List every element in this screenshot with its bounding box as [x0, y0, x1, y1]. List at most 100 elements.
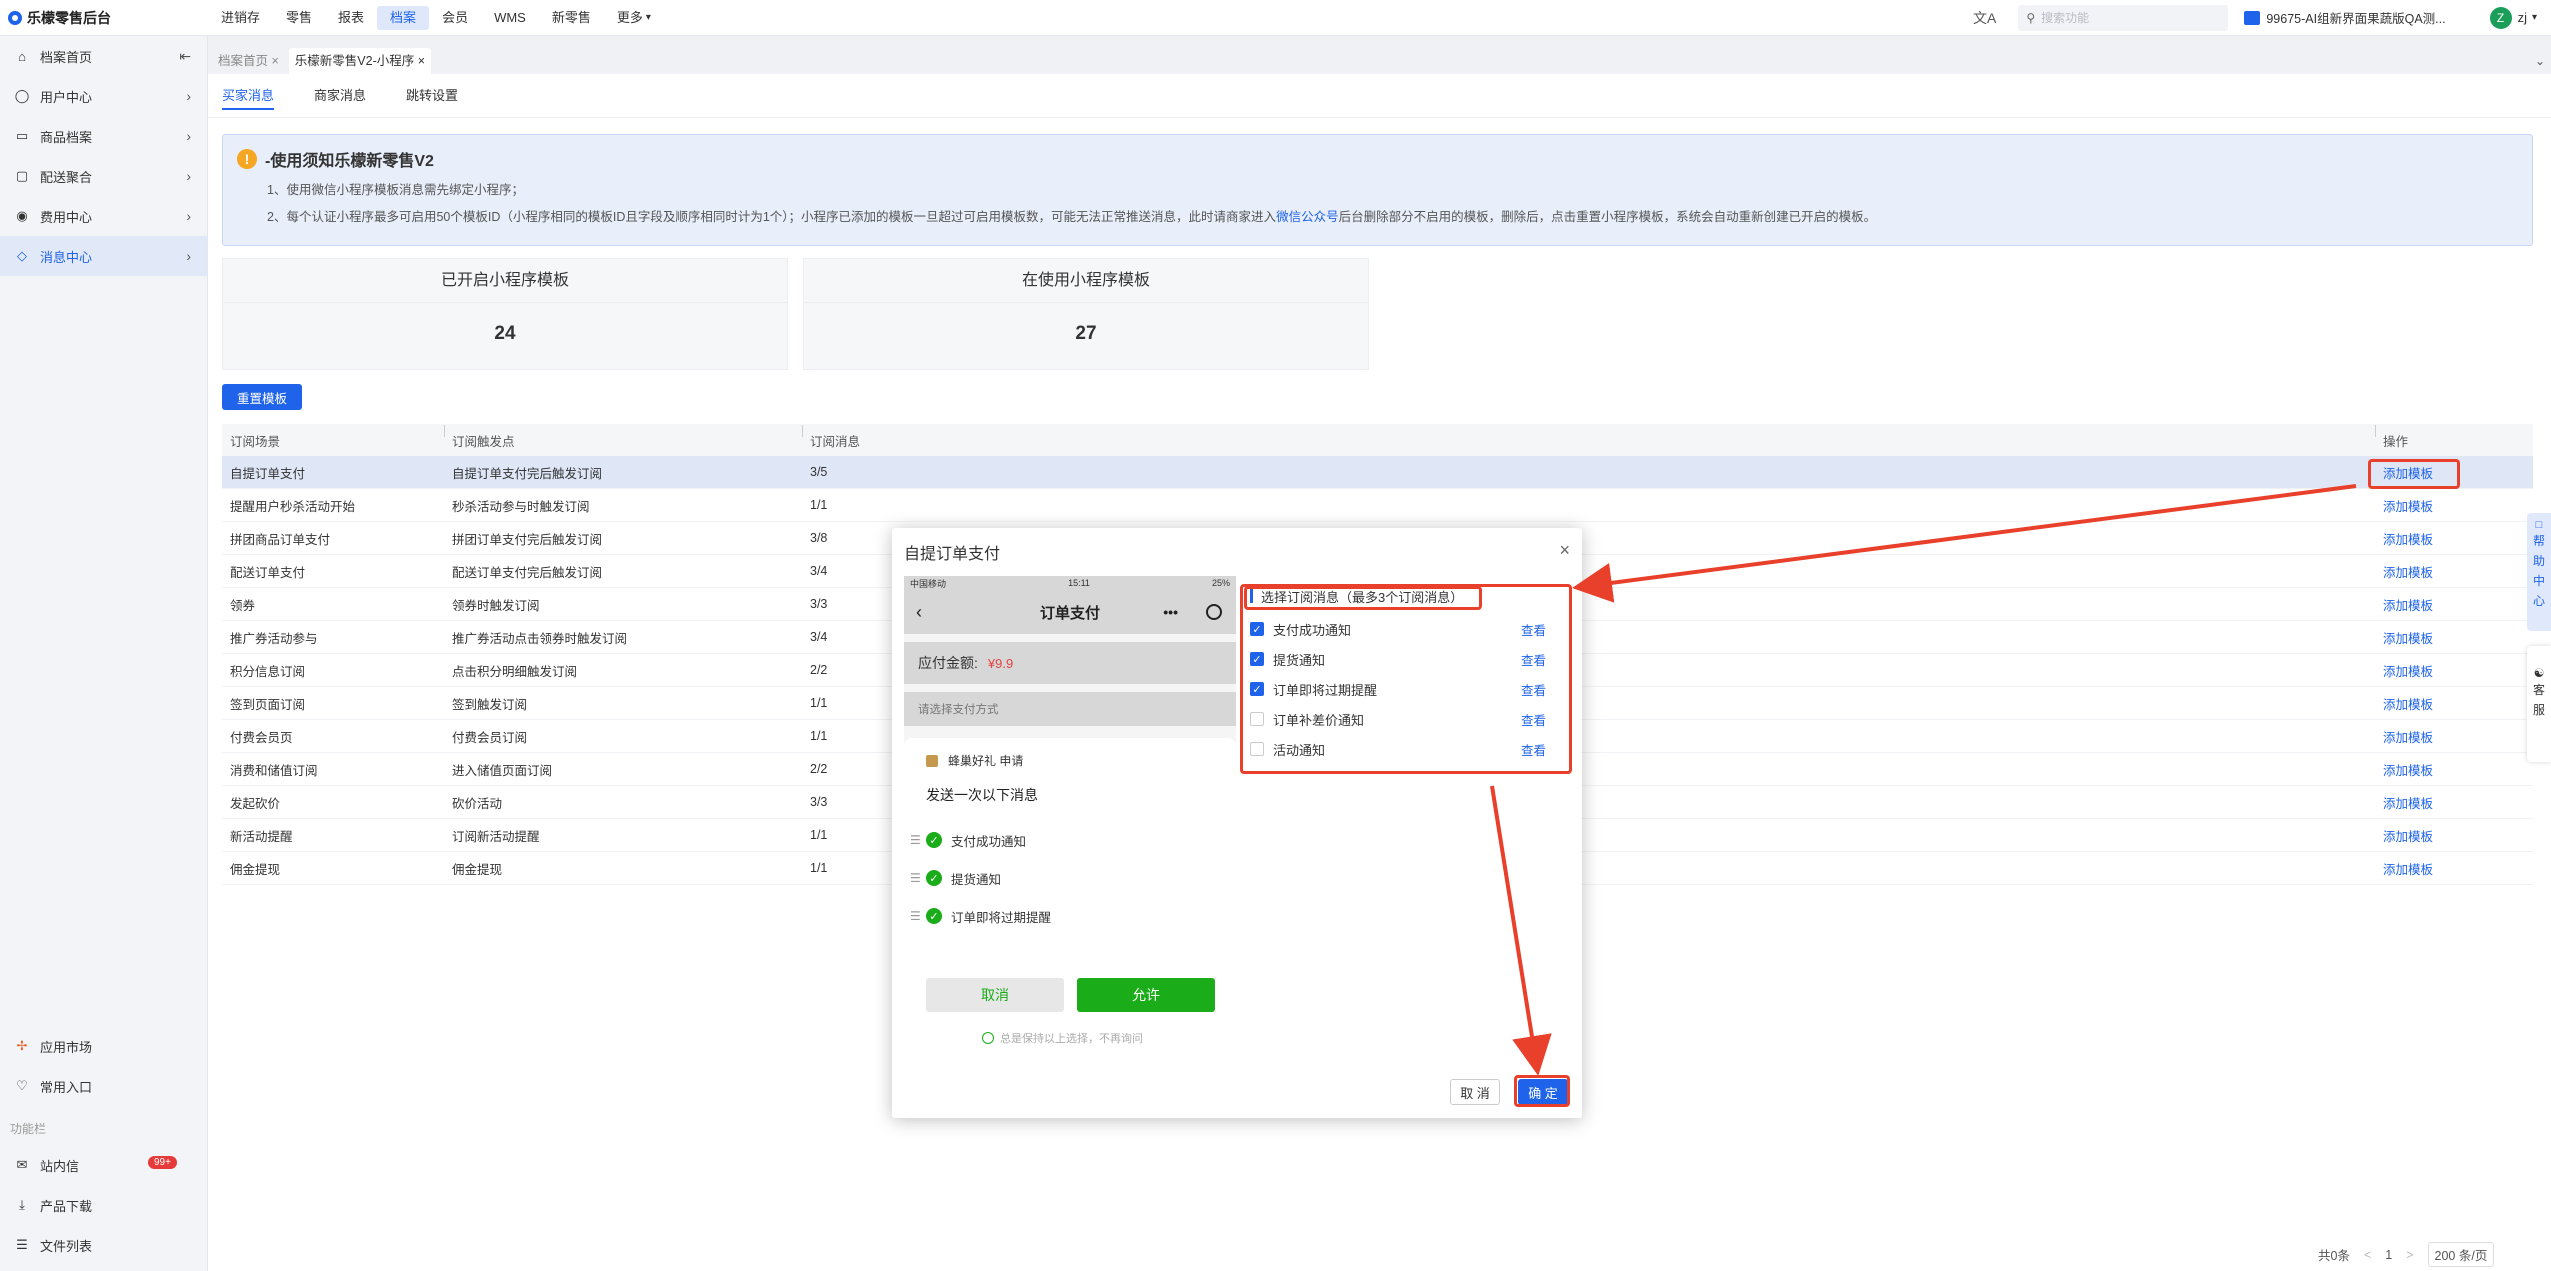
phone-amount: 应付金额: ¥9.9 [904, 642, 1236, 684]
message-option: 订单补差价通知 查看 [1242, 704, 1554, 734]
message-option: ✓ 订单即将过期提醒 查看 [1242, 674, 1554, 704]
store-selector[interactable]: 99675-AI组新界面果蔬版QA测... [2244, 8, 2446, 27]
add-template-link[interactable]: 添加模板 [2383, 830, 2433, 844]
view-link[interactable]: 查看 [1521, 680, 1546, 699]
checkbox[interactable] [1250, 712, 1264, 726]
page-tab-archive-home[interactable]: 档案首页 × [212, 48, 285, 74]
chevron-down-icon[interactable]: ⌄ [2535, 48, 2545, 74]
pagination: 共0条 < 1 > 200 条/页 [2318, 1242, 2495, 1267]
phone-status-bar: 中国移动 15:11 25% [904, 576, 1236, 590]
add-template-link[interactable]: 添加模板 [2383, 533, 2433, 547]
add-template-link[interactable]: 添加模板 [2383, 731, 2433, 745]
cell-scene: 提醒用户秒杀活动开始 [230, 499, 356, 514]
carrier: 中国移动 [910, 578, 947, 589]
add-template-link[interactable]: 添加模板 [2383, 764, 2433, 778]
add-template-link[interactable]: 添加模板 [2383, 500, 2433, 514]
page-number[interactable]: 1 [2385, 1248, 2392, 1262]
topnav-item[interactable]: 会员 [429, 6, 481, 30]
warning-icon: ! [237, 149, 257, 169]
checkbox[interactable]: ✓ [1250, 652, 1264, 666]
view-link[interactable]: 查看 [1521, 620, 1546, 639]
sidebar-item[interactable]: ◇ 消息中心 › [0, 236, 207, 276]
avatar[interactable]: Z [2489, 6, 2512, 29]
next-page-button[interactable]: > [2406, 1248, 2413, 1262]
help-center-tab[interactable]: □ 帮 助 中 心 [2527, 513, 2551, 631]
topnav-item[interactable]: 零售 [273, 6, 325, 30]
topnav-item[interactable]: 报表 [325, 6, 377, 30]
sidebar: ⌂ 档案首页 ⇤ ◯ 用户中心 › ▭ 商品档案 › ▢ 配送聚合 › ◉ 费用中心 › ◇ 消息中心 › ✢ 应用… [0, 36, 208, 1271]
sidebar-item[interactable]: ✉ 站内信 99+ [0, 1145, 207, 1185]
add-template-link[interactable]: 添加模板 [2383, 599, 2433, 613]
add-template-link[interactable]: 添加模板 [2383, 698, 2433, 712]
topnav-item[interactable]: 档案 [377, 5, 430, 30]
customer-service-tab[interactable]: ☯ 客 服 [2527, 646, 2551, 762]
page-tab-miniprogram[interactable]: 乐檬新零售V2-小程序 × [288, 48, 432, 74]
topnav-item[interactable]: 新零售 [539, 6, 604, 30]
stat-title: 在使用小程序模板 [804, 259, 1368, 303]
help-label: 助 [2532, 554, 2545, 568]
page-size-select[interactable]: 200 条/页 [2427, 1242, 2495, 1267]
add-template-link[interactable]: 添加模板 [2383, 632, 2433, 646]
collapse-icon[interactable]: ⇤ [179, 48, 191, 65]
sidebar-item-label: 商品档案 [40, 129, 93, 145]
store-name: 99675-AI组新界面果蔬版QA测... [2266, 12, 2446, 26]
col-header-action: 操作 [2375, 424, 2533, 450]
sidebar-category: 功能栏 [10, 1122, 47, 1136]
checkbox[interactable] [1250, 742, 1264, 756]
sheet-heading: 发送一次以下消息 [926, 787, 1038, 803]
topnav-item[interactable]: WMS [481, 6, 539, 30]
col-header-trigger: 订阅触发点 [444, 424, 802, 450]
pay-method: 请选择支付方式 [904, 692, 1236, 726]
view-link[interactable]: 查看 [1521, 710, 1546, 729]
drag-handle-icon: ☰ [910, 833, 921, 847]
sidebar-item[interactable]: ◯ 用户中心 › [0, 76, 207, 116]
sidebar-item[interactable]: ▢ 配送聚合 › [0, 156, 207, 196]
sidebar-item[interactable]: ☰ 文件列表 [0, 1225, 207, 1265]
sidebar-item[interactable]: ▭ 商品档案 › [0, 116, 207, 156]
phone-time: 15:11 [1068, 578, 1090, 588]
add-template-link[interactable]: 添加模板 [2383, 797, 2433, 811]
tab-redirect-settings[interactable]: 跳转设置 [406, 74, 458, 118]
tab-buyer-messages[interactable]: 买家消息 [222, 74, 275, 118]
chevron-down-icon: ▾ [645, 12, 651, 23]
sidebar-item[interactable]: ⤓ 产品下载 [0, 1185, 207, 1225]
search-input[interactable]: ⚲ 搜索功能 [2018, 4, 2229, 31]
top-nav: 进销存 零售 报表 档案 会员 WMS 新零售 更多 ▾ [208, 0, 651, 36]
add-template-link[interactable]: 添加模板 [2383, 467, 2433, 481]
sidebar-item[interactable]: ◉ 费用中心 › [0, 196, 207, 236]
add-template-link[interactable]: 添加模板 [2383, 863, 2433, 877]
add-template-link[interactable]: 添加模板 [2383, 665, 2433, 679]
logo-icon [8, 10, 22, 25]
user-name[interactable]: zj [2518, 10, 2527, 25]
heart-icon: ♡ [16, 1078, 28, 1093]
topnav-item[interactable]: 进销存 [208, 6, 273, 30]
checkbox[interactable]: ✓ [1250, 622, 1264, 636]
cell-scene: 签到页面订阅 [230, 697, 306, 712]
sidebar-item[interactable]: ♡ 常用入口 [0, 1066, 207, 1106]
cancel-button[interactable]: 取 消 [1450, 1079, 1500, 1105]
tab-merchant-messages[interactable]: 商家消息 [314, 74, 366, 118]
sidebar-item-label: 档案首页 [40, 49, 93, 65]
prev-page-button[interactable]: < [2364, 1248, 2371, 1262]
cell-count: 1/1 [810, 498, 828, 512]
checkbox[interactable]: ✓ [1250, 682, 1264, 696]
view-link[interactable]: 查看 [1521, 740, 1546, 759]
confirm-button[interactable]: 确 定 [1518, 1079, 1568, 1105]
sidebar-item[interactable]: ✢ 应用市场 [0, 1026, 207, 1066]
drag-handle-icon: ☰ [910, 871, 921, 885]
cell-trigger: 佣金提现 [452, 862, 503, 877]
app-logo[interactable]: 乐檬零售后台 [0, 8, 208, 28]
translate-icon[interactable]: 文A [1973, 8, 1996, 28]
phone-nav: ‹ 订单支付 ••• [904, 590, 1236, 634]
cell-count: 3/5 [810, 465, 828, 479]
close-icon[interactable]: × [1559, 540, 1570, 561]
chevron-down-icon[interactable]: ▾ [2532, 12, 2537, 23]
sheet-item: ☰ ✓ 支付成功通知 [904, 821, 1236, 859]
reset-template-button[interactable]: 重置模板 [222, 384, 302, 410]
sidebar-item[interactable]: ⌂ 档案首页 ⇤ [0, 36, 207, 76]
wechat-official-link[interactable]: 微信公众号 [1276, 210, 1339, 224]
view-link[interactable]: 查看 [1521, 650, 1546, 669]
cell-scene: 付费会员页 [230, 730, 293, 745]
chevron-right-icon: › [186, 128, 191, 144]
add-template-link[interactable]: 添加模板 [2383, 566, 2433, 580]
